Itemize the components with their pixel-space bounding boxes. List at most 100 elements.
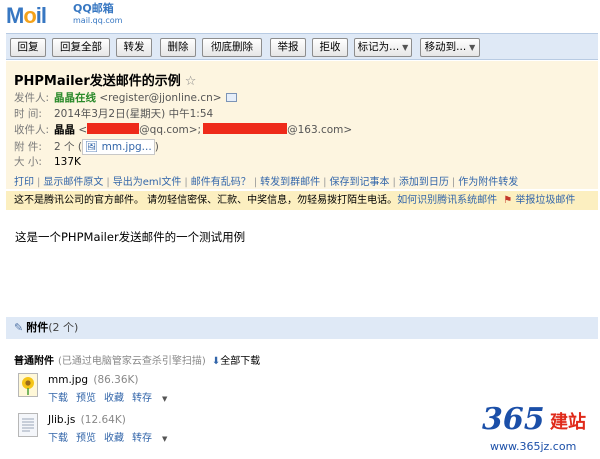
to-row: 收件人: 晶晶 < @qq.com>; @163.com>	[14, 123, 352, 137]
reply-button[interactable]: 回复	[10, 38, 46, 57]
recipient-address-prefix: <	[78, 124, 88, 136]
attach-label: 附 件:	[14, 141, 42, 153]
preview-link[interactable]: 预览	[76, 393, 96, 404]
attachments-subheader: 普通附件 (已通过电脑管家云查杀引擎扫描) ⬇全部下载	[14, 352, 260, 367]
recipient-name[interactable]: 晶晶	[54, 124, 75, 136]
preview-link[interactable]: 预览	[76, 433, 96, 444]
chevron-down-icon: ▼	[162, 435, 168, 443]
delete-permanent-button[interactable]: 彻底删除	[202, 38, 262, 57]
time-value: 2014年3月2日(星期天) 中午1:54	[54, 108, 214, 120]
divider: |	[392, 177, 396, 188]
mail-subject: PHPMailer发送邮件的示例 ☆	[14, 70, 196, 89]
mark-as-label: 标记为...	[357, 41, 400, 53]
security-notice: 这不是腾讯公司的官方邮件。 请勿轻信密保、汇款、中奖信息，勿轻易拨打陌生电话。如…	[6, 191, 598, 210]
attach-count: 2 个 (	[54, 141, 82, 153]
file-name-text: Jlib.js	[48, 414, 76, 426]
action-garbled[interactable]: 邮件有乱码？	[191, 177, 251, 188]
attachment-size: (12.64K)	[80, 414, 126, 426]
action-save-note[interactable]: 保存到记事本	[330, 177, 390, 188]
report-spam-link[interactable]: ⚑ 举报垃圾邮件	[503, 195, 575, 206]
mail-actions: 打印 | 显示邮件原文 | 导出为eml文件 | 邮件有乱码？ | 转发到群邮件 | 保存到记事本 |…	[14, 173, 518, 188]
mark-as-dropdown[interactable]: 标记为... ▼	[354, 38, 412, 57]
action-show-source[interactable]: 显示邮件原文	[43, 177, 103, 188]
favorite-link[interactable]: 收藏	[104, 393, 124, 404]
attachment-actions: 下载 预览 收藏 转存 ▼	[48, 389, 183, 404]
favorite-link[interactable]: 收藏	[104, 433, 124, 444]
recipient-address-1: @qq.com>;	[139, 124, 202, 136]
action-export-eml[interactable]: 导出为eml文件	[113, 177, 182, 188]
attachment-chip[interactable]: 🖼 mm.jpg...	[81, 139, 155, 155]
sender-name[interactable]: 晶晶在线	[54, 92, 96, 104]
action-print[interactable]: 打印	[14, 177, 34, 188]
mail-body: 这是一个PHPMailer发送邮件的一个测试用例	[15, 230, 246, 244]
image-file-icon	[18, 373, 38, 397]
download-link[interactable]: 下载	[48, 393, 68, 404]
save-to-label: 转存	[132, 433, 152, 444]
scan-status: (已通过电脑管家云查杀引擎扫描)	[58, 356, 206, 367]
download-link[interactable]: 下载	[48, 433, 68, 444]
action-add-calendar[interactable]: 添加到日历	[399, 177, 449, 188]
watermark-text: 建站	[550, 412, 586, 433]
move-to-dropdown[interactable]: 移动到... ▼	[420, 38, 480, 57]
download-all-label: 全部下载	[220, 356, 261, 367]
script-file-icon	[18, 413, 38, 437]
save-to-label: 转存	[132, 393, 152, 404]
action-forward-group[interactable]: 转发到群邮件	[260, 177, 320, 188]
mail-toolbar: 回复 回复全部 转发 删除 彻底删除 举报 拒收 标记为... ▼ 移动到... ▼	[6, 33, 598, 60]
divider: |	[323, 177, 327, 188]
chevron-down-icon: ▼	[162, 395, 168, 403]
image-file-icon: 🖼	[84, 141, 99, 153]
logo-subtitle: QQ邮箱 mail.qq.com	[73, 3, 122, 27]
time-label: 时 间:	[14, 108, 42, 120]
redaction-block	[87, 123, 140, 134]
to-label: 收件人:	[14, 124, 50, 136]
attachment-name[interactable]: Jlib.js (12.64K)	[48, 414, 126, 426]
report-button[interactable]: 举报	[270, 38, 306, 57]
time-row: 时 间: 2014年3月2日(星期天) 中午1:54	[14, 107, 213, 121]
attachment-item: Jlib.js (12.64K) 下载 预览 收藏 转存 ▼	[14, 413, 254, 447]
file-name-text: mm.jpg	[48, 374, 89, 386]
report-spam-label: 举报垃圾邮件	[515, 195, 576, 206]
attachment-actions: 下载 预览 收藏 转存 ▼	[48, 429, 183, 444]
qq-mail-logo[interactable]: Moil	[6, 3, 47, 29]
attachment-size: (86.36K)	[93, 374, 139, 386]
from-label: 发件人:	[14, 92, 50, 104]
mail-header: PHPMailer发送邮件的示例 ☆ 发件人: 晶晶在线 <register@jjo…	[6, 61, 598, 189]
save-to-dropdown[interactable]: 转存 ▼	[132, 433, 175, 444]
contact-card-icon[interactable]	[225, 93, 237, 102]
subject-text: PHPMailer发送邮件的示例	[14, 74, 181, 89]
divider: |	[184, 177, 188, 188]
attachments-title: 附件	[26, 321, 49, 334]
from-row: 发件人: 晶晶在线 <register@jjonline.cn>	[14, 91, 237, 105]
attachments-group-label: 普通附件	[14, 356, 54, 367]
attachment-row: 附 件: 2 个 (🖼 mm.jpg...)	[14, 139, 159, 155]
site-watermark: 365 建站 www.365jz.com	[480, 402, 598, 457]
flag-icon: ⚑	[503, 195, 513, 206]
divider: |	[253, 177, 258, 188]
star-icon[interactable]: ☆	[185, 74, 197, 89]
forward-button[interactable]: 转发	[116, 38, 152, 57]
redaction-block	[203, 123, 288, 134]
watermark-number: 365	[482, 402, 545, 437]
download-icon: ⬇	[211, 356, 221, 367]
chevron-down-icon: ▼	[402, 43, 409, 52]
logo-sub-name: QQ邮箱	[73, 2, 114, 15]
sender-address: <register@jjonline.cn>	[99, 92, 222, 104]
size-label: 大 小:	[14, 156, 42, 168]
attachments-header: ✎ 附件(2 个)	[6, 317, 598, 339]
chevron-down-icon: ▼	[469, 43, 476, 52]
watermark-url: www.365jz.com	[490, 440, 577, 453]
divider: |	[37, 177, 41, 188]
delete-button[interactable]: 删除	[160, 38, 196, 57]
recipient-address-2: @163.com>	[287, 124, 353, 136]
download-all-button[interactable]: ⬇全部下载	[212, 356, 260, 367]
reply-all-button[interactable]: 回复全部	[52, 38, 110, 57]
attachment-name[interactable]: mm.jpg (86.36K)	[48, 374, 139, 386]
save-to-dropdown[interactable]: 转存 ▼	[132, 393, 175, 404]
action-forward-attachment[interactable]: 作为附件转发	[458, 177, 518, 188]
move-to-label: 移动到...	[424, 41, 467, 53]
identify-system-mail-link[interactable]: 如何识别腾讯系统邮件	[397, 195, 497, 206]
attachments-count: (2 个)	[48, 321, 79, 334]
size-row: 大 小: 137K	[14, 155, 81, 169]
reject-button[interactable]: 拒收	[312, 38, 348, 57]
